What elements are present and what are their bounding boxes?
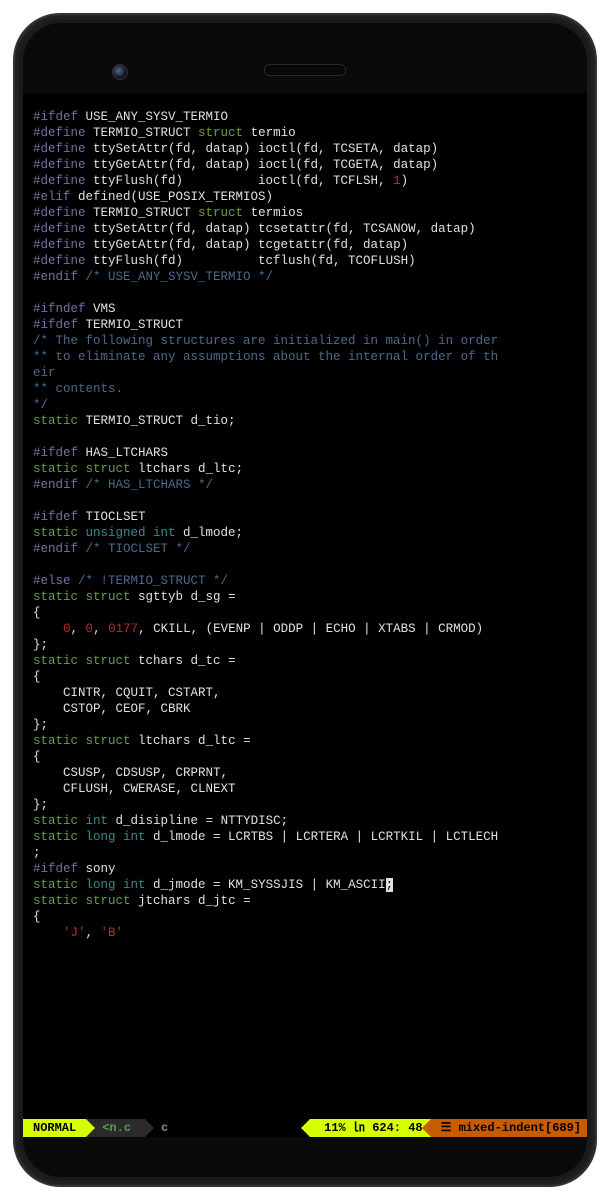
vim-statusline: NORMAL <n.c c 11% ㏑ 624: 48 ☰ mixed-inde… bbox=[23, 1119, 587, 1137]
code-editor-content[interactable]: #ifdef USE_ANY_SYSV_TERMIO #define TERMI… bbox=[33, 109, 581, 941]
status-mode: NORMAL bbox=[23, 1119, 86, 1137]
phone-bezel: #ifdef USE_ANY_SYSV_TERMIO #define TERMI… bbox=[23, 23, 587, 1177]
terminal-screen[interactable]: #ifdef USE_ANY_SYSV_TERMIO #define TERMI… bbox=[23, 93, 587, 1137]
camera-dot bbox=[113, 65, 127, 79]
status-position: 11% ㏑ 624: 48 bbox=[310, 1119, 430, 1137]
speaker-grille bbox=[265, 65, 345, 75]
status-warning: ☰ mixed-indent[689] bbox=[431, 1119, 587, 1137]
phone-frame: #ifdef USE_ANY_SYSV_TERMIO #define TERMI… bbox=[15, 15, 595, 1185]
status-filetype: c bbox=[145, 1119, 310, 1137]
warn-icon: ☰ bbox=[441, 1121, 452, 1135]
